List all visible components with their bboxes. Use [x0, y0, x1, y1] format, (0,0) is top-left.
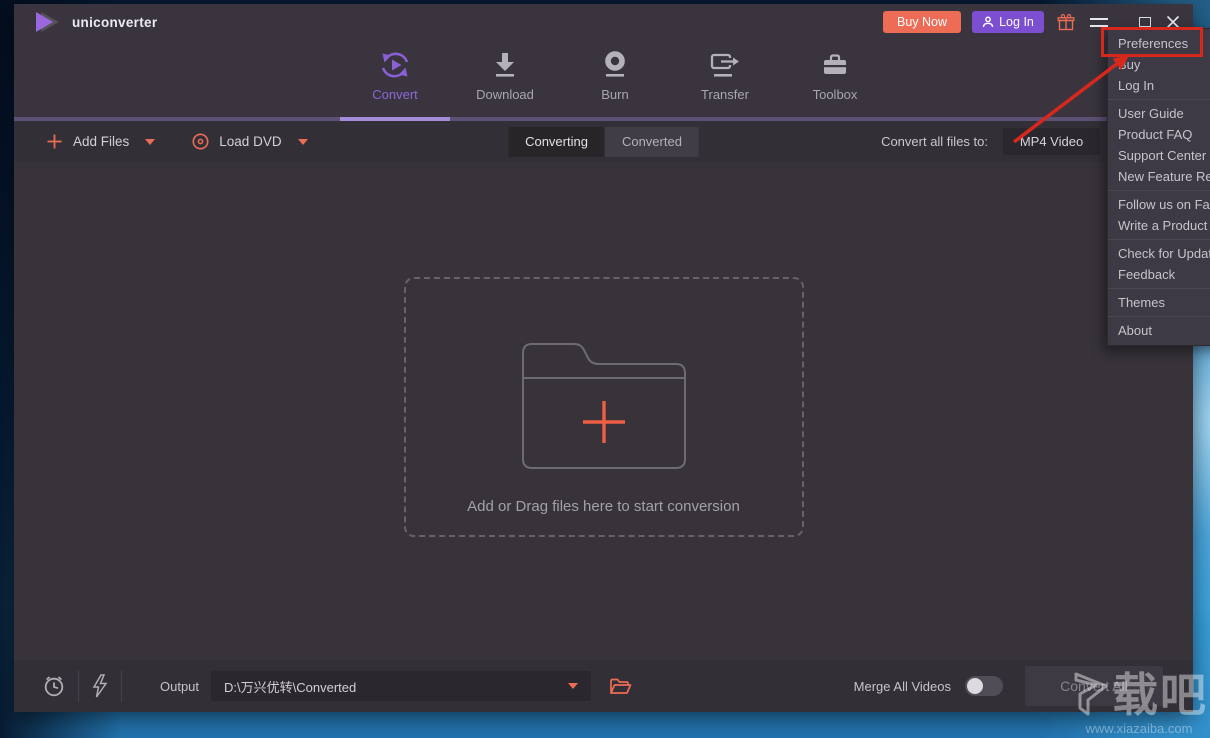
divider — [121, 670, 122, 702]
menu-divider — [1108, 288, 1210, 289]
tab-burn[interactable]: Burn — [560, 40, 670, 102]
output-path-select[interactable]: D:\万兴优转\Converted — [211, 671, 592, 701]
open-output-folder-icon[interactable] — [609, 677, 632, 696]
toolbox-icon — [820, 49, 850, 81]
add-files-label: Add Files — [73, 134, 130, 149]
load-dvd-label: Load DVD — [219, 134, 282, 149]
titlebar: uniconverter Buy Now Log In — [14, 4, 1193, 40]
tab-download[interactable]: Download — [450, 40, 560, 102]
gift-icon[interactable] — [1057, 13, 1075, 31]
menu-item-feedback[interactable]: Feedback — [1108, 264, 1210, 285]
app-title: uniconverter — [72, 14, 158, 30]
merge-all-videos-label: Merge All Videos — [853, 678, 951, 694]
queue-tabs: Converting Converted — [508, 126, 699, 157]
menu-item-user-guide[interactable]: User Guide — [1108, 103, 1210, 124]
maximize-button[interactable] — [1139, 17, 1151, 27]
menu-item-preferences[interactable]: Preferences — [1108, 33, 1210, 54]
burn-icon — [601, 49, 629, 81]
app-logo-icon — [32, 10, 62, 34]
divider — [78, 670, 79, 702]
tab-burn-label: Burn — [601, 87, 629, 102]
convert-all-button[interactable]: Convert All — [1025, 666, 1163, 706]
menu-item-support-center[interactable]: Support Center — [1108, 145, 1210, 166]
menu-item-buy[interactable]: Buy — [1108, 54, 1210, 75]
disc-icon — [192, 133, 209, 150]
load-dvd-button[interactable]: Load DVD — [192, 133, 308, 150]
tab-transfer-label: Transfer — [701, 87, 749, 102]
tab-transfer[interactable]: Transfer — [670, 40, 780, 102]
menu-item-new-feature-request[interactable]: New Feature Re — [1108, 166, 1210, 187]
log-in-label: Log In — [999, 15, 1034, 29]
output-format-select[interactable]: MP4 Video — [1003, 128, 1100, 155]
bottom-bar: Output D:\万兴优转\Converted Merge All Video… — [14, 660, 1193, 712]
high-speed-icon[interactable] — [91, 674, 109, 698]
load-dvd-caret-icon[interactable] — [297, 138, 308, 145]
folder-plus-icon — [515, 331, 693, 471]
menu-item-follow-us[interactable]: Follow us on Fac — [1108, 194, 1210, 215]
tab-converted[interactable]: Converted — [604, 126, 699, 157]
add-files-caret-icon[interactable] — [145, 138, 156, 145]
menu-item-log-in[interactable]: Log In — [1108, 75, 1210, 96]
buy-now-button[interactable]: Buy Now — [883, 11, 961, 33]
tab-converting[interactable]: Converting — [508, 126, 605, 157]
transfer-icon — [709, 49, 741, 81]
tab-download-label: Download — [476, 87, 534, 102]
menu-divider — [1108, 316, 1210, 317]
app-window: uniconverter Buy Now Log In Convert Down… — [14, 4, 1193, 712]
tab-convert[interactable]: Convert — [340, 40, 450, 102]
output-path-caret-icon[interactable] — [568, 683, 579, 689]
tab-toolbox-label: Toolbox — [812, 87, 858, 102]
main-nav: Convert Download Burn Transfer Toolbox — [14, 40, 1193, 121]
menu-divider — [1108, 190, 1210, 191]
output-path-value: D:\万兴优转\Converted — [224, 679, 357, 695]
main-area: Add or Drag files here to start conversi… — [14, 162, 1193, 660]
dropzone-hint: Add or Drag files here to start conversi… — [467, 498, 740, 515]
merge-toggle[interactable] — [965, 676, 1003, 696]
menu-item-about[interactable]: About — [1108, 320, 1210, 341]
hamburger-menu-icon[interactable] — [1090, 17, 1108, 27]
convert-all-files-label: Convert all files to: — [881, 134, 988, 149]
menu-item-product-faq[interactable]: Product FAQ — [1108, 124, 1210, 145]
plus-icon — [47, 134, 62, 149]
output-label: Output — [160, 678, 200, 694]
close-button[interactable] — [1166, 15, 1180, 29]
convert-icon — [378, 49, 412, 81]
menu-divider — [1108, 99, 1210, 100]
tab-convert-label: Convert — [372, 87, 418, 102]
download-icon — [491, 49, 519, 81]
add-files-button[interactable]: Add Files — [47, 134, 156, 149]
menu-divider — [1108, 239, 1210, 240]
schedule-clock-icon[interactable] — [42, 674, 66, 698]
file-dropzone[interactable]: Add or Drag files here to start conversi… — [403, 277, 804, 537]
user-icon — [982, 16, 994, 28]
toolbar: Add Files Load DVD Converting Converted … — [14, 121, 1193, 162]
toggle-knob — [967, 678, 983, 694]
menu-item-write-review[interactable]: Write a Product — [1108, 215, 1210, 236]
hamburger-dropdown-menu: Preferences Buy Log In User Guide Produc… — [1107, 28, 1210, 346]
log-in-button[interactable]: Log In — [972, 11, 1044, 33]
tab-toolbox[interactable]: Toolbox — [780, 40, 890, 102]
menu-item-check-for-updates[interactable]: Check for Update — [1108, 243, 1210, 264]
menu-item-themes[interactable]: Themes — [1108, 292, 1210, 313]
